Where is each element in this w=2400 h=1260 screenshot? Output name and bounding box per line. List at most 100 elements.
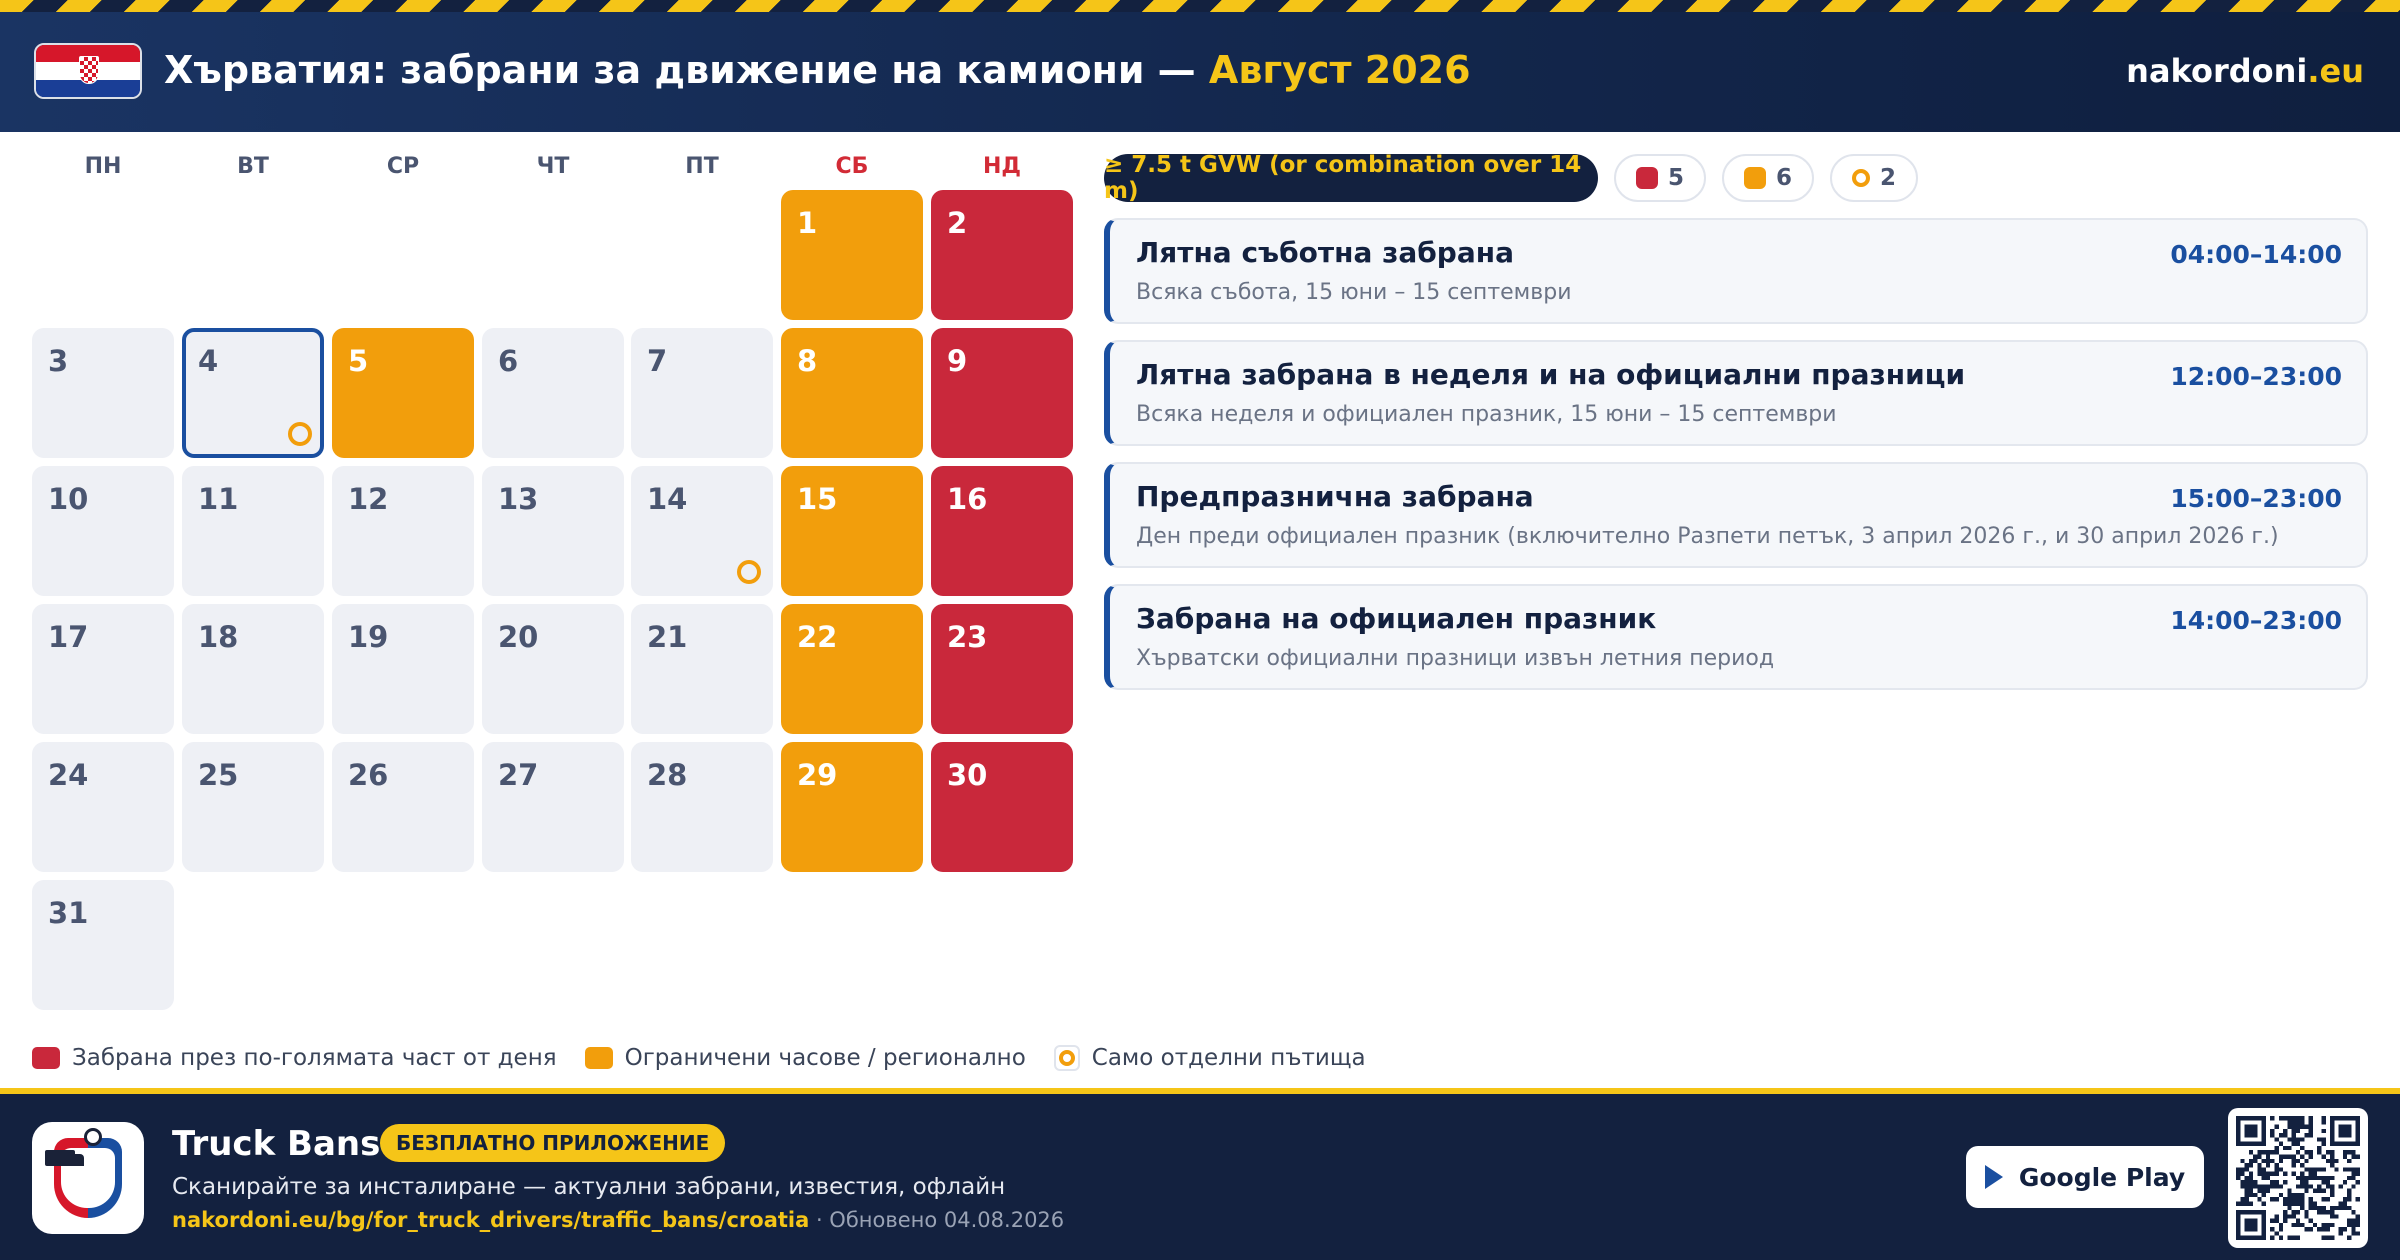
day-number: 11 bbox=[198, 482, 239, 516]
calendar-day[interactable]: 2 bbox=[931, 190, 1073, 320]
updated-date: · Обновено 04.08.2026 bbox=[809, 1208, 1065, 1232]
calendar-day[interactable]: 16 bbox=[931, 466, 1073, 596]
calendar-day[interactable]: 27 bbox=[482, 742, 624, 872]
rule-card[interactable]: Лятна съботна забрана 04:00–14:00 Всяка … bbox=[1104, 218, 2368, 324]
calendar-day[interactable]: 5 bbox=[332, 328, 474, 458]
header-bar: Хърватия: забрани за движение на камиони… bbox=[0, 12, 2400, 132]
source-url-link[interactable]: nakordoni.eu/bg/for_truck_drivers/traffi… bbox=[172, 1208, 809, 1232]
rule-title: Лятна съботна забрана bbox=[1136, 236, 1514, 269]
day-number: 23 bbox=[947, 620, 988, 654]
ring-icon bbox=[737, 560, 761, 584]
day-number: 5 bbox=[348, 344, 369, 378]
ring-count-chip[interactable]: 2 bbox=[1830, 154, 1919, 202]
weekday-header: ЧТ bbox=[536, 154, 570, 179]
calendar-day[interactable]: 24 bbox=[32, 742, 174, 872]
calendar-day[interactable]: 20 bbox=[482, 604, 624, 734]
calendar-day[interactable]: 7 bbox=[631, 328, 773, 458]
calendar-day[interactable]: 12 bbox=[332, 466, 474, 596]
rule-card[interactable]: Лятна забрана в неделя и на официални пр… bbox=[1104, 340, 2368, 446]
day-number: 2 bbox=[947, 206, 968, 240]
weekday-header: НД bbox=[982, 154, 1021, 179]
legend-item-ring: Само отделни пътища bbox=[1053, 1045, 1366, 1071]
rule-title: Лятна забрана в неделя и на официални пр… bbox=[1136, 358, 1966, 391]
day-number: 7 bbox=[647, 344, 668, 378]
calendar-day[interactable]: 15 bbox=[781, 466, 923, 596]
calendar-day[interactable]: 30 bbox=[931, 742, 1073, 872]
day-number: 28 bbox=[647, 758, 688, 792]
red-square-icon bbox=[32, 1047, 60, 1069]
calendar-day[interactable]: 10 bbox=[32, 466, 174, 596]
ring-icon bbox=[1053, 1045, 1080, 1071]
rule-description: Ден преди официален празник (включително… bbox=[1136, 524, 2279, 549]
day-number: 26 bbox=[348, 758, 389, 792]
source-link-row: nakordoni.eu/bg/for_truck_drivers/traffi… bbox=[172, 1208, 1064, 1232]
legend-item-orange: Ограничени часове / регионално bbox=[584, 1045, 1026, 1071]
calendar-day[interactable]: 4 bbox=[182, 328, 324, 458]
rule-title: Забрана на официален празник bbox=[1136, 602, 1657, 635]
calendar-day[interactable]: 29 bbox=[781, 742, 923, 872]
calendar-day[interactable]: 18 bbox=[182, 604, 324, 734]
rule-time: 12:00–23:00 bbox=[2170, 362, 2342, 391]
calendar-day[interactable]: 6 bbox=[482, 328, 624, 458]
day-number: 29 bbox=[797, 758, 838, 792]
day-number: 15 bbox=[797, 482, 838, 516]
app-promo-footer: Truck Bans БЕЗПЛАТНО ПРИЛОЖЕНИЕ Сканирай… bbox=[0, 1094, 2400, 1260]
weekday-header: СР bbox=[386, 154, 420, 179]
red-count-chip[interactable]: 5 bbox=[1614, 154, 1707, 202]
day-number: 18 bbox=[198, 620, 239, 654]
ring-icon bbox=[1852, 169, 1870, 187]
google-play-button[interactable]: Google Play bbox=[1966, 1146, 2204, 1208]
calendar-day[interactable]: 11 bbox=[182, 466, 324, 596]
day-number: 4 bbox=[198, 344, 219, 378]
calendar-day[interactable]: 25 bbox=[182, 742, 324, 872]
rule-time: 15:00–23:00 bbox=[2170, 484, 2342, 513]
day-number: 6 bbox=[498, 344, 519, 378]
calendar-day[interactable]: 21 bbox=[631, 604, 773, 734]
vehicle-class-chip[interactable]: ≥ 7.5 t GVW (or combination over 14 m) bbox=[1104, 152, 1598, 204]
rule-description: Всяка неделя и официален празник, 15 юни… bbox=[1136, 402, 1837, 427]
qr-code-icon[interactable] bbox=[2228, 1108, 2368, 1248]
legend: Забрана през по-голямата част от деня Ог… bbox=[32, 1042, 1380, 1074]
calendar-day[interactable]: 19 bbox=[332, 604, 474, 734]
truck-bans-app-icon[interactable] bbox=[32, 1122, 144, 1234]
weekday-header: СБ bbox=[835, 154, 869, 179]
croatia-flag-icon bbox=[34, 43, 142, 99]
calendar-day[interactable]: 28 bbox=[631, 742, 773, 872]
calendar-day[interactable]: 17 bbox=[32, 604, 174, 734]
calendar-day[interactable]: 31 bbox=[32, 880, 174, 1010]
rule-title: Предпразнична забрана bbox=[1136, 480, 1534, 513]
day-number: 31 bbox=[48, 896, 89, 930]
legend-item-red: Забрана през по-голямата част от деня bbox=[32, 1045, 557, 1071]
rule-time: 14:00–23:00 bbox=[2170, 606, 2342, 635]
app-name: Truck Bans bbox=[172, 1124, 381, 1164]
day-number: 27 bbox=[498, 758, 539, 792]
free-app-badge: БЕЗПЛАТНО ПРИЛОЖЕНИЕ bbox=[380, 1124, 726, 1162]
day-number: 25 bbox=[198, 758, 239, 792]
calendar-day[interactable]: 22 bbox=[781, 604, 923, 734]
day-number: 1 bbox=[797, 206, 818, 240]
rule-card[interactable]: Предпразнична забрана 15:00–23:00 Ден пр… bbox=[1104, 462, 2368, 568]
rule-description: Всяка събота, 15 юни – 15 септември bbox=[1136, 280, 1572, 305]
calendar-day[interactable]: 1 bbox=[781, 190, 923, 320]
calendar-day[interactable]: 23 bbox=[931, 604, 1073, 734]
calendar-day[interactable]: 8 bbox=[781, 328, 923, 458]
play-store-icon bbox=[1984, 1165, 2003, 1189]
orange-count-chip[interactable]: 6 bbox=[1722, 154, 1815, 202]
day-number: 21 bbox=[647, 620, 688, 654]
day-number: 16 bbox=[947, 482, 988, 516]
day-number: 17 bbox=[48, 620, 89, 654]
day-number: 9 bbox=[947, 344, 968, 378]
page-title: Хърватия: забрани за движение на камиони… bbox=[164, 48, 1471, 92]
weekday-header: ВТ bbox=[237, 154, 269, 179]
brand-link[interactable]: nakordoni.eu bbox=[2126, 52, 2364, 90]
calendar-day[interactable]: 3 bbox=[32, 328, 174, 458]
calendar-day[interactable]: 26 bbox=[332, 742, 474, 872]
rule-card[interactable]: Забрана на официален празник 14:00–23:00… bbox=[1104, 584, 2368, 690]
calendar-day[interactable]: 9 bbox=[931, 328, 1073, 458]
calendar-day[interactable]: 13 bbox=[482, 466, 624, 596]
day-number: 20 bbox=[498, 620, 539, 654]
weekday-header: ПН bbox=[84, 154, 122, 179]
day-number: 14 bbox=[647, 482, 688, 516]
day-number: 30 bbox=[947, 758, 988, 792]
calendar-day[interactable]: 14 bbox=[631, 466, 773, 596]
